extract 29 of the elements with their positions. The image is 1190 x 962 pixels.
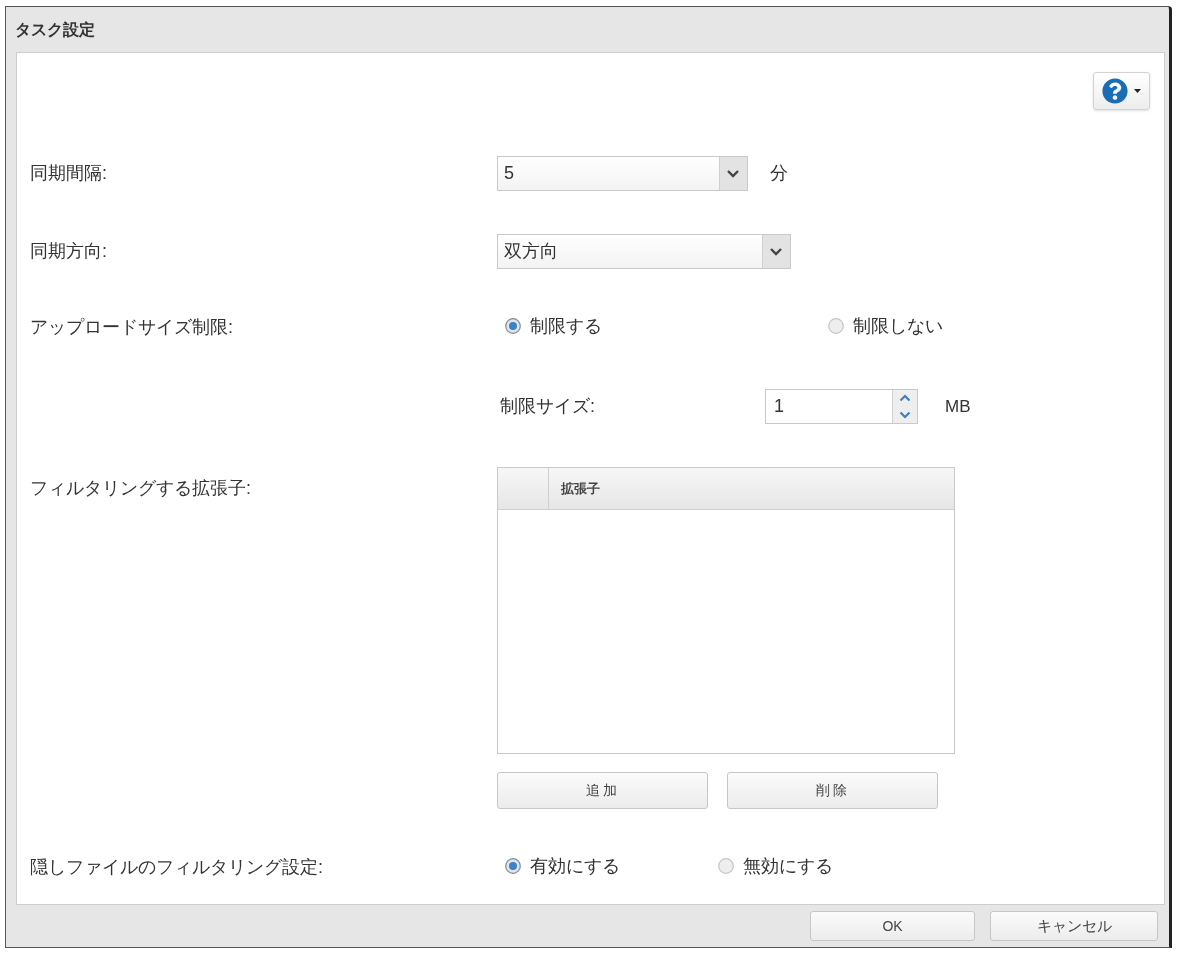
radio-option[interactable]: 有効にする <box>505 852 620 880</box>
dropdown[interactable]: 双方向 <box>497 234 791 269</box>
dropdown[interactable]: 5 <box>497 156 748 191</box>
delete-button[interactable]: 削除 <box>727 772 938 809</box>
field-label: 同期間隔: <box>30 162 107 185</box>
radio-option[interactable]: 制限する <box>505 312 602 340</box>
caret-icon <box>1134 89 1141 93</box>
ok-button[interactable]: OK <box>810 911 975 941</box>
window-title: タスク設定 <box>15 19 95 40</box>
unit-label: MB <box>945 395 971 418</box>
chevron-down-icon <box>762 235 790 268</box>
radio-option[interactable]: 制限しない <box>828 312 943 340</box>
unit-label: 分 <box>770 162 788 185</box>
field-label: アップロードサイズ制限: <box>30 315 233 339</box>
column-header[interactable]: 拡張子 <box>561 478 600 499</box>
cancel-button[interactable]: キャンセル <box>990 911 1158 941</box>
number-field[interactable]: 1 <box>765 389 918 424</box>
chevron-down-icon <box>899 410 911 419</box>
field-label: 同期方向: <box>30 240 107 263</box>
field-label: 制限サイズ: <box>500 396 595 416</box>
help-icon <box>1102 78 1128 104</box>
help-button[interactable] <box>1093 72 1150 110</box>
add-button[interactable]: 追加 <box>497 772 708 809</box>
field-label: 隠しファイルのフィルタリング設定: <box>30 855 323 879</box>
chevron-up-icon <box>899 394 911 403</box>
field-label: フィルタリングする拡張子: <box>30 476 251 500</box>
chevron-down-icon <box>719 157 747 190</box>
spin-up-button[interactable] <box>893 390 917 407</box>
radio-option[interactable]: 無効にする <box>718 852 833 880</box>
